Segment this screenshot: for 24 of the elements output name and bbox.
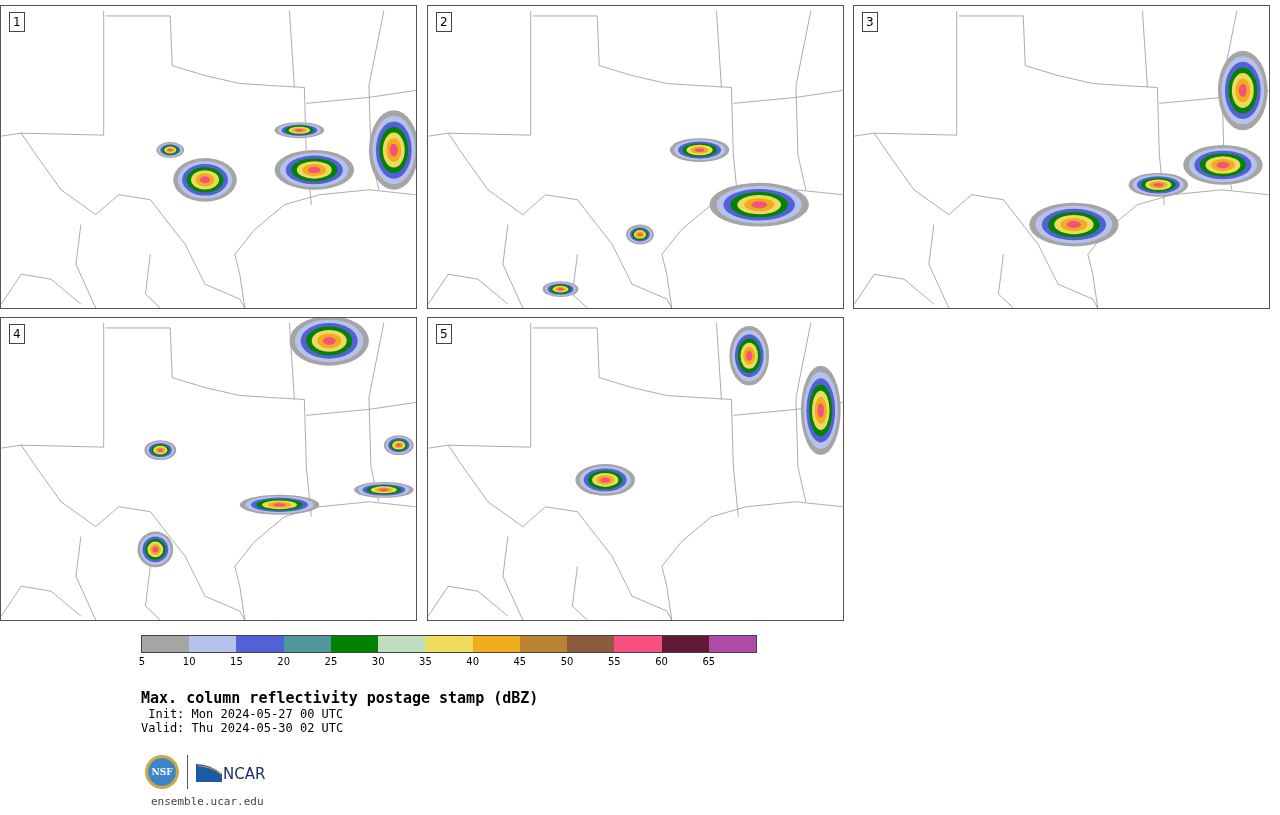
nsf-logo: NSF: [145, 755, 179, 789]
init-time: Init: Mon 2024-05-27 00 UTC: [147, 707, 345, 721]
panel-number: 3: [862, 12, 878, 32]
panel-number: 2: [436, 12, 452, 32]
valid-time: Valid: Thu 2024-05-30 02 UTC: [141, 721, 345, 735]
tick-label: 30: [371, 656, 385, 668]
tick-label: 20: [277, 656, 291, 668]
panel-number: 5: [436, 324, 452, 344]
tick-label: 40: [466, 656, 479, 668]
tick-label: 35: [419, 656, 432, 668]
panel-number: 1: [9, 12, 25, 32]
tick-label: 50: [560, 656, 574, 668]
tick-label: 25: [324, 656, 338, 668]
tick-label: 65: [702, 656, 716, 668]
figure-title: Max. column reflectivity postage stamp (dBZ): [141, 689, 540, 707]
tick-label: 55: [608, 656, 621, 668]
tick-label: 10: [182, 656, 196, 668]
tick-label: 60: [655, 656, 668, 668]
tick-label: 45: [513, 656, 527, 668]
website-url: ensemble.ucar.edu: [151, 795, 265, 808]
panel-number: 4: [9, 324, 25, 344]
tick-label: 5: [138, 656, 146, 668]
ncar-logo: NCAR: [196, 762, 266, 782]
tick-label: 15: [230, 656, 243, 668]
